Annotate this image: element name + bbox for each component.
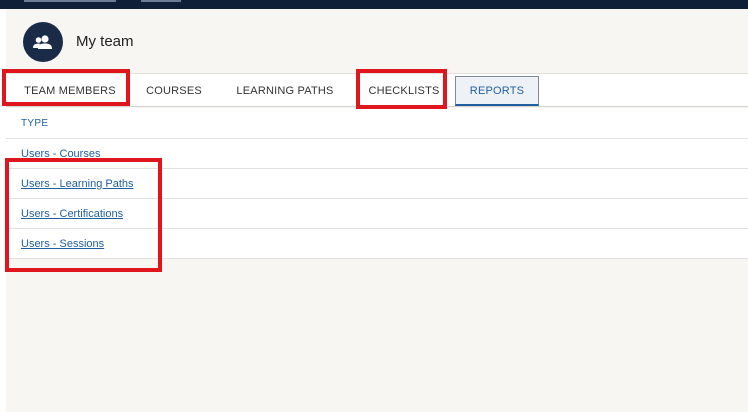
column-header-type[interactable]: TYPE <box>21 118 48 129</box>
page-title: My team <box>76 33 134 50</box>
tab-reports[interactable]: REPORTS <box>455 76 539 106</box>
table-row: Users - Learning Paths <box>6 169 748 199</box>
my-team-page: My team TEAM MEMBERS COURSES LEARNING PA… <box>6 9 748 412</box>
table-header-row: TYPE <box>6 108 748 139</box>
tab-checklists[interactable]: CHECKLISTS <box>361 74 447 107</box>
top-bar-link[interactable] <box>24 0 116 2</box>
table-row: Users - Sessions <box>6 229 748 259</box>
report-link-users-learning-paths[interactable]: Users - Learning Paths <box>21 178 134 190</box>
report-link-users-certifications[interactable]: Users - Certifications <box>21 208 123 220</box>
tab-learning-paths[interactable]: LEARNING PATHS <box>228 74 342 107</box>
top-navigation-bar <box>0 0 748 9</box>
table-row: Users - Certifications <box>6 199 748 229</box>
reports-table: TYPE Users - Courses Users - Learning Pa… <box>6 108 748 259</box>
page-header: My team <box>6 9 748 73</box>
tab-bar: TEAM MEMBERS COURSES LEARNING PATHS CHEC… <box>6 73 748 107</box>
tab-team-members[interactable]: TEAM MEMBERS <box>12 74 128 107</box>
avatar <box>23 22 63 62</box>
report-link-users-courses[interactable]: Users - Courses <box>21 148 100 160</box>
report-link-users-sessions[interactable]: Users - Sessions <box>21 238 104 250</box>
tab-courses[interactable]: COURSES <box>138 74 210 107</box>
top-bar-link[interactable] <box>141 0 181 2</box>
table-row: Users - Courses <box>6 139 748 169</box>
team-icon <box>33 35 52 49</box>
